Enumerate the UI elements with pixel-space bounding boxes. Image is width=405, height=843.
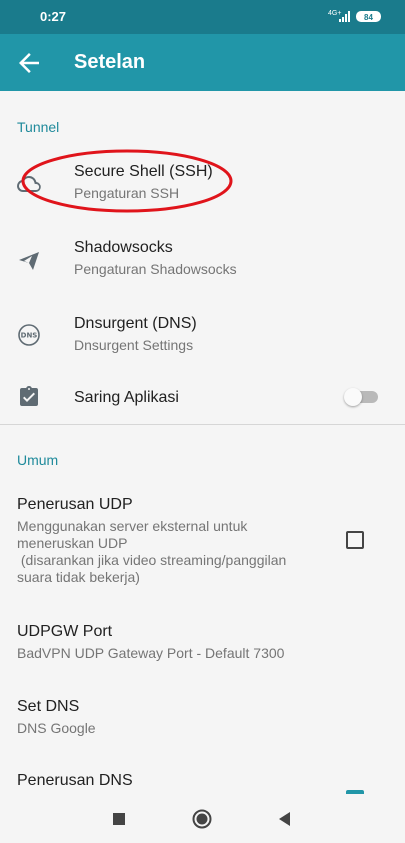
toggle-thumb — [344, 388, 362, 406]
arrow-left-icon — [19, 53, 39, 73]
setting-penerusan-udp-title: Penerusan UDP — [17, 496, 133, 513]
setting-shadowsocks-title: Shadowsocks — [74, 239, 173, 256]
setting-penerusan-udp-desc-line3: (disarankan jika video streaming/panggil… — [17, 552, 287, 568]
battery-icon: 84 — [356, 11, 381, 22]
signal-icon — [339, 11, 350, 22]
setting-dnsurgent[interactable]: DNS Dnsurgent (DNS) Dnsurgent Settings — [0, 299, 405, 371]
section-header-tunnel: Tunnel — [17, 119, 60, 135]
setting-udpgw-port-title: UDPGW Port — [17, 623, 113, 640]
setting-udpgw-port[interactable]: UDPGW Port BadVPN UDP Gateway Port - Def… — [0, 615, 405, 669]
setting-saring-aplikasi[interactable]: Saring Aplikasi — [0, 377, 405, 423]
setting-dnsurgent-title: Dnsurgent (DNS) — [74, 315, 197, 332]
setting-ssh[interactable]: Secure Shell (SSH) Pengaturan SSH — [0, 147, 405, 219]
setting-shadowsocks[interactable]: Shadowsocks Pengaturan Shadowsocks — [0, 223, 405, 295]
setting-saring-aplikasi-title: Saring Aplikasi — [74, 389, 179, 406]
dns-icon: DNS — [18, 324, 40, 346]
setting-penerusan-udp-desc-line4: suara tidak bekerja) — [17, 569, 140, 585]
back-triangle-icon[interactable] — [273, 807, 297, 831]
clipboard-check-icon — [20, 386, 38, 406]
setting-set-dns-subtitle: DNS Google — [17, 720, 96, 736]
home-circle-icon[interactable] — [190, 807, 214, 831]
section-divider — [0, 424, 405, 425]
status-time: 0:27 — [40, 9, 67, 24]
saring-aplikasi-toggle[interactable] — [344, 388, 378, 406]
paper-plane-icon — [19, 252, 39, 270]
setting-penerusan-dns[interactable]: Penerusan DNS — [0, 764, 405, 794]
setting-penerusan-udp-desc-line1: Menggunakan server eksternal untuk — [17, 518, 248, 534]
svg-text:DNS: DNS — [21, 332, 38, 340]
cloud-icon — [17, 176, 41, 192]
penerusan-udp-checkbox[interactable] — [346, 531, 364, 549]
settings-list: Tunnel Secure Shell (SSH) Pengaturan SSH… — [0, 91, 405, 794]
setting-ssh-title: Secure Shell (SSH) — [74, 163, 213, 180]
recents-square-icon[interactable] — [107, 807, 131, 831]
back-button[interactable] — [14, 48, 44, 78]
setting-udpgw-port-subtitle: BadVPN UDP Gateway Port - Default 7300 — [17, 645, 285, 661]
setting-ssh-subtitle: Pengaturan SSH — [74, 185, 180, 201]
setting-set-dns-title: Set DNS — [17, 698, 80, 715]
setting-dnsurgent-subtitle: Dnsurgent Settings — [74, 337, 194, 353]
setting-penerusan-dns-title: Penerusan DNS — [17, 772, 133, 789]
setting-penerusan-udp-desc-line2: meneruskan UDP — [17, 535, 128, 551]
app-bar: Setelan — [0, 34, 405, 91]
setting-shadowsocks-subtitle: Pengaturan Shadowsocks — [74, 261, 237, 277]
section-header-umum: Umum — [17, 452, 59, 468]
page-title: Setelan — [74, 51, 146, 73]
system-nav-bar — [0, 794, 405, 843]
setting-set-dns[interactable]: Set DNS DNS Google — [0, 690, 405, 744]
status-bar: 0:27 4G+ 84 — [0, 0, 405, 34]
setting-penerusan-udp[interactable]: Penerusan UDP Menggunakan server ekstern… — [0, 487, 405, 595]
